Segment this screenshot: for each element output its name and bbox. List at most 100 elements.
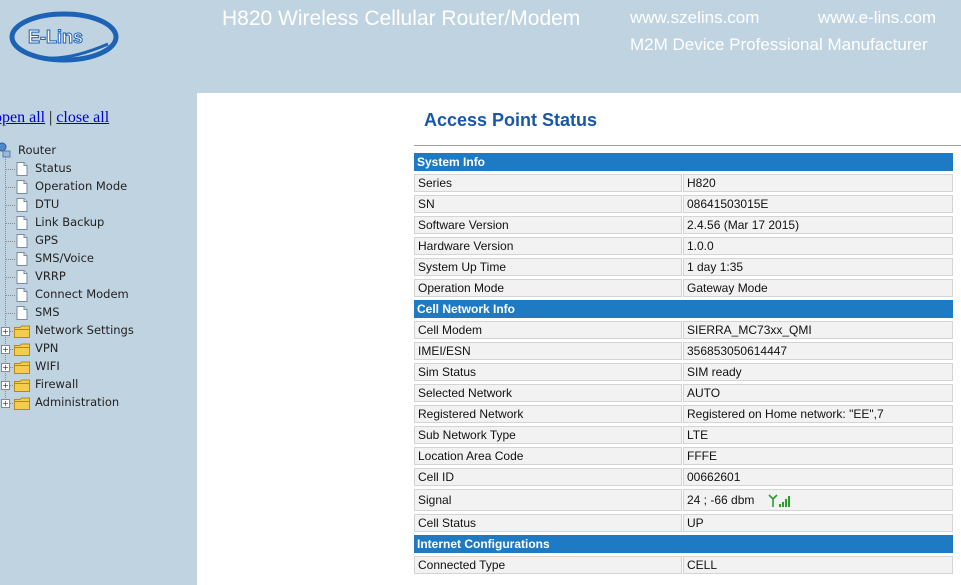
value-text: 2.4.56 (Mar 17 2015) [687, 218, 800, 232]
table-row: Sub Network Type LTE [414, 426, 953, 444]
value-text: Gateway Mode [687, 281, 768, 295]
field-value-imei-esn: 356853050614447 [683, 342, 953, 360]
table-row: SN 08641503015E [414, 195, 953, 213]
nav-page-operation-mode[interactable]: Operation Mode [0, 178, 190, 196]
field-label-selected-network: Selected Network [414, 384, 682, 402]
field-value-signal: 24 ; -66 dbm [683, 489, 953, 511]
section-header-internet-configurations: Internet Configurations [414, 535, 953, 553]
field-value-system-up-time: 1 day 1:35 [683, 258, 953, 276]
field-label-cell-id: Cell ID [414, 468, 682, 486]
page-icon [16, 162, 28, 176]
nav-page-sms-voice[interactable]: SMS/Voice [0, 250, 190, 268]
value-text: UP [687, 516, 704, 530]
table-row: Connected Type CELL [414, 556, 953, 574]
field-value-cell-id: 00662601 [683, 468, 953, 486]
expand-icon[interactable]: + [1, 363, 10, 372]
nav-item-label[interactable]: Network Settings [35, 323, 134, 337]
field-value-cell-status: UP [683, 514, 953, 532]
nav-item-label[interactable]: Firewall [35, 377, 78, 391]
nav-page-sms[interactable]: SMS [0, 304, 190, 322]
nav-item-label[interactable]: Connect Modem [35, 287, 129, 301]
nav-item-label[interactable]: Operation Mode [35, 179, 127, 193]
table-row: Cell Status UP [414, 514, 953, 532]
nav-item-label[interactable]: WIFI [35, 359, 60, 373]
value-text: 1 day 1:35 [687, 260, 744, 274]
nav-page-dtu[interactable]: DTU [0, 196, 190, 214]
page-icon [16, 234, 28, 248]
expand-icon[interactable]: + [1, 381, 10, 390]
nav-item-label[interactable]: SMS [35, 305, 60, 319]
field-label-location-area-code: Location Area Code [414, 447, 682, 465]
field-value-sn: 08641503015E [683, 195, 953, 213]
field-value-series: H820 [683, 174, 953, 192]
nav-item-label[interactable]: VPN [35, 341, 58, 355]
nav-page-status[interactable]: Status [0, 160, 190, 178]
table-row: Selected Network AUTO [414, 384, 953, 402]
field-value-operation-mode: Gateway Mode [683, 279, 953, 297]
value-text: 24 ; -66 dbm [687, 493, 755, 507]
nav-folder-vpn[interactable]: + VPN [0, 340, 190, 358]
value-text: CELL [687, 558, 718, 572]
close-all-link[interactable]: close all [56, 109, 109, 126]
value-text: 1.0.0 [687, 239, 714, 253]
table-row: Series H820 [414, 174, 953, 192]
field-label-system-up-time: System Up Time [414, 258, 682, 276]
tree-branch [6, 259, 15, 260]
value-text: H820 [687, 176, 716, 190]
e-lins-logo: E-Lins [9, 11, 119, 63]
folder-icon [14, 379, 30, 392]
table-row: Cell Modem SIERRA_MC73xx_QMI [414, 321, 953, 339]
page-icon [16, 198, 28, 212]
nav-page-gps[interactable]: GPS [0, 232, 190, 250]
nav-item-label[interactable]: GPS [35, 233, 58, 247]
field-value-software-version: 2.4.56 (Mar 17 2015) [683, 216, 953, 234]
nav-page-vrrp[interactable]: VRRP [0, 268, 190, 286]
field-label-sub-network-type: Sub Network Type [414, 426, 682, 444]
tree-branch [6, 223, 15, 224]
tree-toggles: open all | close all [0, 109, 109, 127]
toggle-separator: | [49, 109, 53, 126]
nav-folder-wifi[interactable]: + WIFI [0, 358, 190, 376]
field-value-registered-network: Registered on Home network: "EE",7 [683, 405, 953, 423]
table-row: Operation Mode Gateway Mode [414, 279, 953, 297]
field-label-software-version: Software Version [414, 216, 682, 234]
expand-icon[interactable]: + [1, 345, 10, 354]
page-icon [16, 216, 28, 230]
field-label-cell-modem: Cell Modem [414, 321, 682, 339]
field-label-hardware-version: Hardware Version [414, 237, 682, 255]
nav-item-label[interactable]: VRRP [35, 269, 66, 283]
folder-icon [14, 325, 30, 338]
nav-folder-firewall[interactable]: + Firewall [0, 376, 190, 394]
nav-item-label[interactable]: DTU [35, 197, 59, 211]
field-label-imei-esn: IMEI/ESN [414, 342, 682, 360]
product-title: H820 Wireless Cellular Router/Modem [222, 7, 581, 30]
tree-branch [6, 313, 15, 314]
field-label-signal: Signal [414, 489, 682, 511]
tree-root-label[interactable]: Router [18, 143, 56, 157]
status-table: System Info Series H820 SN 08641503015E Softw… [414, 153, 953, 577]
header: E-Lins H820 Wireless Cellular Router/Mod… [0, 0, 961, 93]
main-content: Access Point Status System Info Series H82… [197, 93, 961, 585]
value-text: LTE [687, 428, 709, 442]
value-text: 00662601 [687, 470, 741, 484]
signal-strength-icon [768, 494, 791, 507]
field-label-operation-mode: Operation Mode [414, 279, 682, 297]
nav-folder-network-settings[interactable]: + Network Settings [0, 322, 190, 340]
nav-item-label[interactable]: Status [35, 161, 72, 175]
field-value-connected-type: CELL [683, 556, 953, 574]
open-all-link[interactable]: open all [0, 109, 45, 126]
nav-page-link-backup[interactable]: Link Backup [0, 214, 190, 232]
folder-icon [14, 361, 30, 374]
expand-icon[interactable]: + [1, 399, 10, 408]
nav-item-label[interactable]: Administration [35, 395, 119, 409]
nav-item-label[interactable]: SMS/Voice [35, 251, 94, 265]
nav-item-label[interactable]: Link Backup [35, 215, 104, 229]
value-text: SIERRA_MC73xx_QMI [687, 323, 812, 337]
expand-icon[interactable]: + [1, 327, 10, 336]
table-row: Signal 24 ; -66 dbm [414, 489, 953, 511]
value-text: SIM ready [687, 365, 742, 379]
table-row: Hardware Version 1.0.0 [414, 237, 953, 255]
value-text: AUTO [687, 386, 721, 400]
nav-page-connect-modem[interactable]: Connect Modem [0, 286, 190, 304]
nav-folder-administration[interactable]: + Administration [0, 394, 190, 412]
